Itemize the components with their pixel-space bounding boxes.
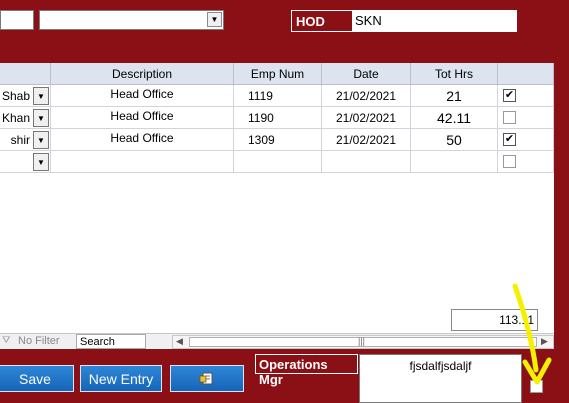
scroll-left-icon[interactable]: ◀ xyxy=(176,336,183,347)
save-button[interactable]: Save xyxy=(0,365,74,392)
chevron-down-icon[interactable]: ▼ xyxy=(33,153,49,171)
table-row-emp-num[interactable] xyxy=(234,151,322,173)
operations-mgr-field[interactable]: fjsdalfjsdaljf xyxy=(359,354,522,403)
table-row-date[interactable]: 21/02/2021 xyxy=(322,85,411,107)
table-row-tot-hrs[interactable] xyxy=(411,151,498,173)
new-entry-button[interactable]: New Entry xyxy=(80,365,162,392)
table-row-description[interactable]: Head Office xyxy=(51,107,234,129)
grip-icon: ||| xyxy=(358,336,366,346)
table-row-check-cell xyxy=(498,151,554,173)
table-row-name-cell[interactable]: Khan ▼ xyxy=(0,107,51,129)
row-name: Shab xyxy=(1,88,30,103)
top-field-1[interactable] xyxy=(0,10,34,30)
column-header-date[interactable]: Date xyxy=(322,63,411,85)
column-header-check[interactable] xyxy=(498,63,554,85)
table-row-description[interactable]: Head Office xyxy=(51,129,234,151)
hod-value-field[interactable]: SKN xyxy=(353,10,517,32)
table-row-emp-num[interactable]: 1119 xyxy=(234,85,322,107)
table-row-date[interactable]: 21/02/2021 xyxy=(322,107,411,129)
approved-checkbox[interactable] xyxy=(503,111,516,124)
approved-checkbox[interactable] xyxy=(503,155,516,168)
table-row-name-cell[interactable]: ▼ xyxy=(0,151,51,173)
table-row-emp-num[interactable]: 1190 xyxy=(234,107,322,129)
table-row-tot-hrs[interactable]: 42.11 xyxy=(411,107,498,129)
table-row-date[interactable] xyxy=(322,151,411,173)
chevron-down-icon[interactable]: ▼ xyxy=(33,87,49,105)
table-row-check-cell xyxy=(498,107,554,129)
record-navigation-bar: ⛛ No Filter Search ◀ ||| ▶ xyxy=(0,333,554,349)
chevron-down-icon[interactable]: ▼ xyxy=(207,12,222,27)
column-header-name[interactable] xyxy=(0,63,51,85)
no-filter-icon[interactable]: ⛛ xyxy=(2,335,10,346)
scroll-thumb[interactable]: ||| xyxy=(189,336,537,347)
horizontal-scrollbar[interactable]: ◀ ||| ▶ xyxy=(172,335,554,349)
search-input[interactable]: Search xyxy=(76,334,146,349)
table-row-description[interactable] xyxy=(51,151,234,173)
filter-status[interactable]: No Filter xyxy=(18,335,60,347)
column-header-emp-num[interactable]: Emp Num xyxy=(234,63,322,85)
chevron-down-icon[interactable]: ▼ xyxy=(33,109,49,127)
table-row-emp-num[interactable]: 1309 xyxy=(234,129,322,151)
table-row-description[interactable]: Head Office xyxy=(51,85,234,107)
row-name: shir xyxy=(10,132,30,147)
table-row-check-cell: ✔ xyxy=(498,129,554,151)
export-report-button[interactable] xyxy=(170,365,244,392)
check-icon: ✔ xyxy=(504,133,515,145)
yellow-arrow-icon xyxy=(512,283,552,385)
hod-label: HOD xyxy=(291,10,353,32)
export-report-icon xyxy=(199,372,213,384)
chevron-down-icon[interactable]: ▼ xyxy=(33,131,49,149)
row-name: Khan xyxy=(1,110,30,125)
check-icon: ✔ xyxy=(504,89,515,101)
table-row-check-cell: ✔ xyxy=(498,85,554,107)
approved-checkbox[interactable]: ✔ xyxy=(503,133,516,146)
top-combo-field[interactable]: ▼ xyxy=(39,10,224,30)
column-header-tot-hrs[interactable]: Tot Hrs xyxy=(411,63,498,85)
table-row-tot-hrs[interactable]: 50 xyxy=(411,129,498,151)
table-row-date[interactable]: 21/02/2021 xyxy=(322,129,411,151)
approved-checkbox[interactable]: ✔ xyxy=(503,89,516,102)
column-header-description[interactable]: Description xyxy=(51,63,234,85)
table-row-name-cell[interactable]: shir ▼ xyxy=(0,129,51,151)
table-row-tot-hrs[interactable]: 21 xyxy=(411,85,498,107)
operations-mgr-label: Operations Mgr xyxy=(255,354,358,387)
table-row-name-cell[interactable]: Shab ▼ xyxy=(0,85,51,107)
subform-grid: Description Emp Num Date Tot Hrs Shab ▼ … xyxy=(0,63,554,333)
